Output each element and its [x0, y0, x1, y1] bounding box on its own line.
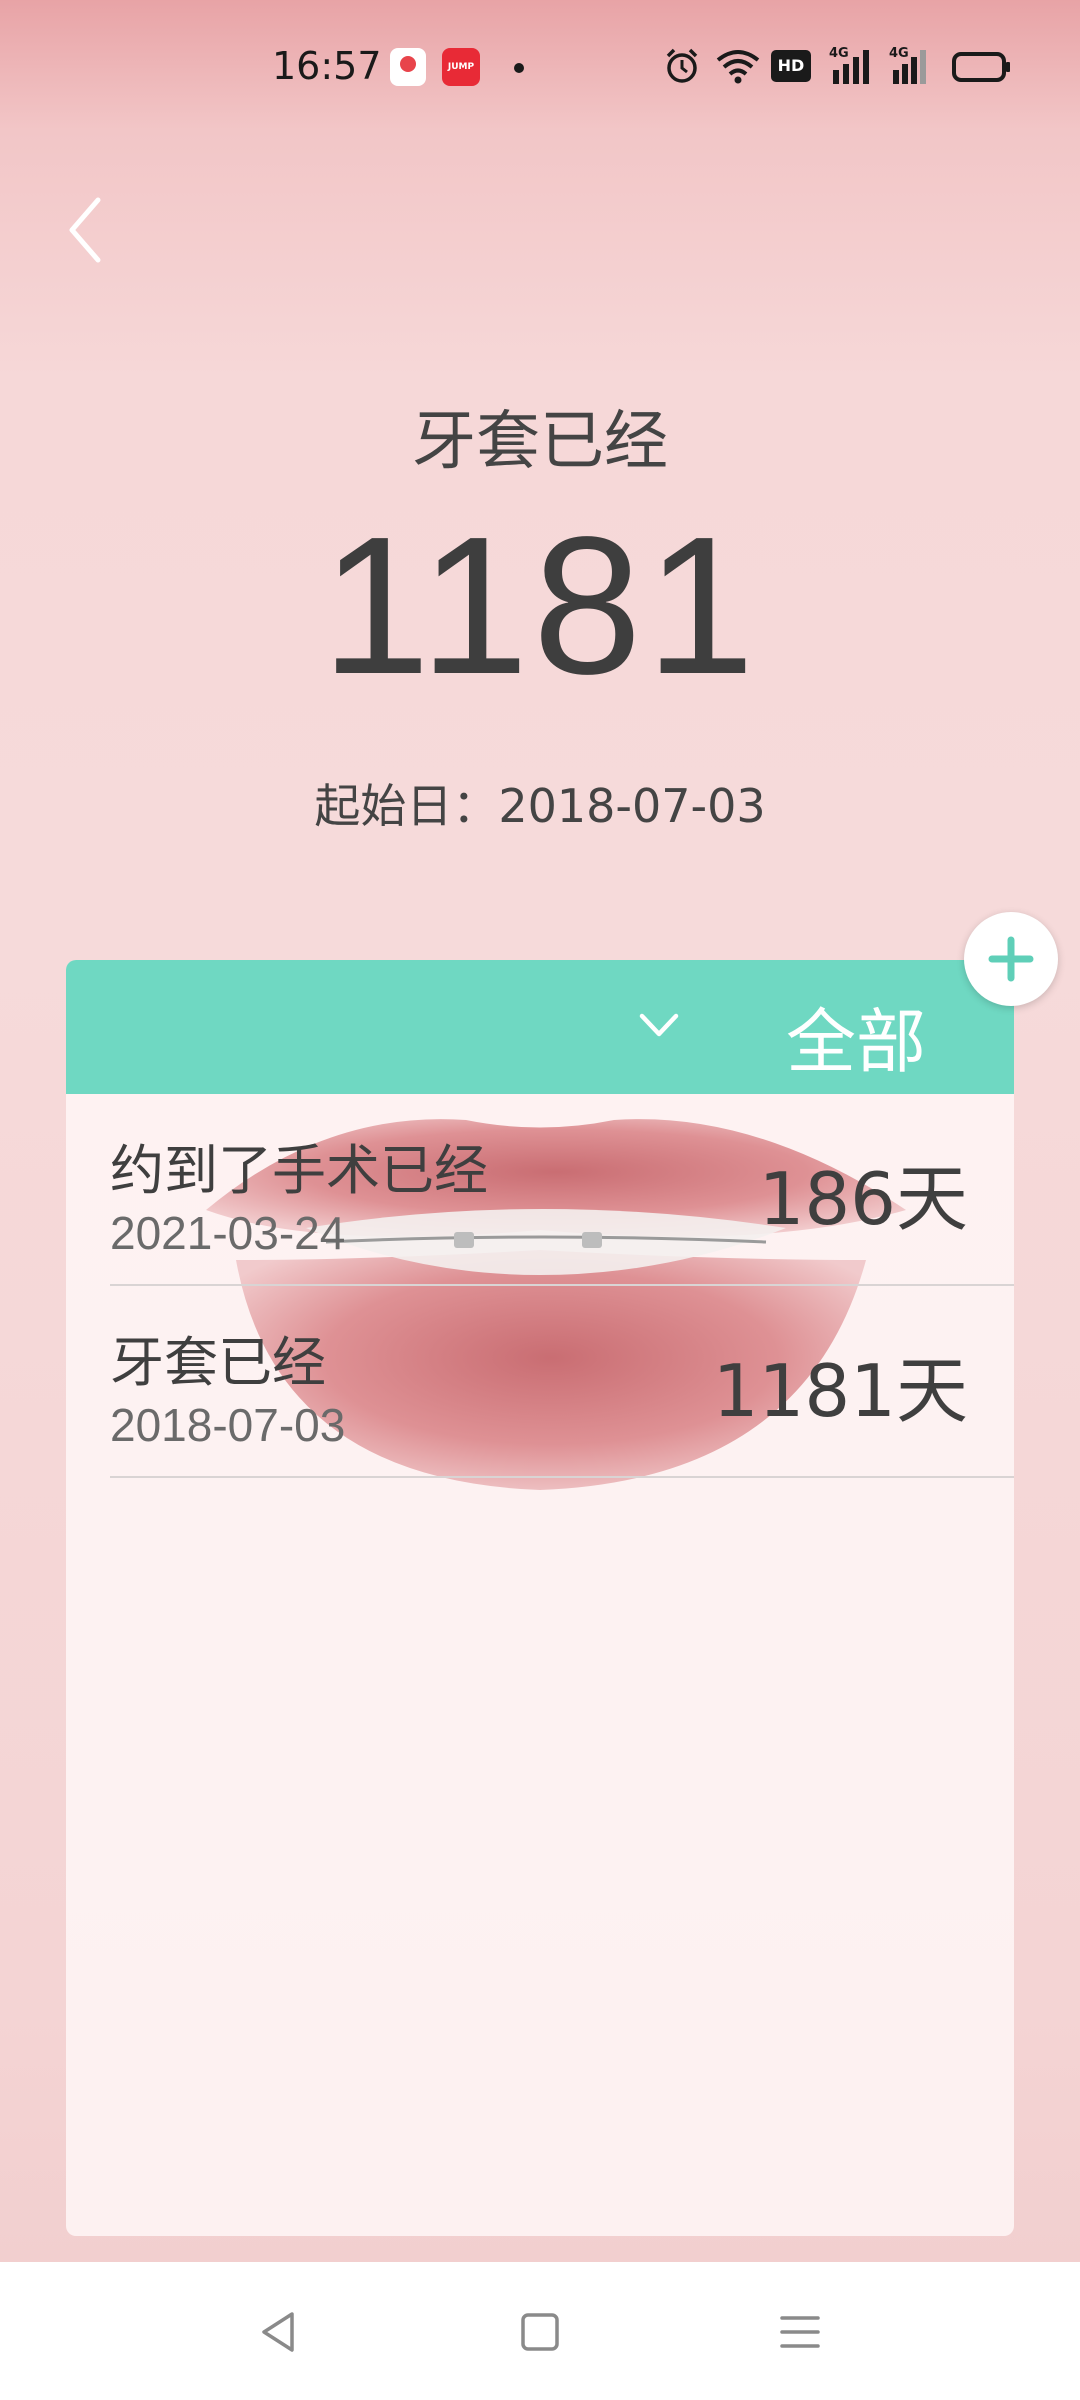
event-days: 186天	[758, 1157, 968, 1241]
wifi-icon	[716, 50, 760, 84]
hd-icon: HD	[771, 50, 811, 82]
status-time: 16:57	[272, 44, 382, 88]
app-notification-icon	[390, 48, 426, 86]
event-days: 1181天	[712, 1349, 968, 1433]
alarm-icon	[666, 48, 698, 83]
battery-icon	[952, 52, 1010, 82]
filter-dropdown[interactable]: 全部	[66, 960, 1014, 1094]
list-item[interactable]: 约到了手术已经 2021-03-24 186天	[110, 1096, 1014, 1286]
chevron-down-icon[interactable]	[634, 1000, 684, 1050]
event-title: 约到了手术已经	[110, 1139, 488, 1202]
event-date: 2021-03-24	[110, 1207, 346, 1259]
chevron-left-icon[interactable]	[56, 190, 116, 270]
signal-4g-icon	[893, 50, 926, 84]
jump-app-icon: JUMP	[442, 48, 480, 86]
menu-lines-icon[interactable]	[770, 2302, 830, 2362]
page-title: 牙套已经	[412, 405, 668, 479]
back-triangle-icon[interactable]	[250, 2302, 310, 2362]
event-date: 2018-07-03	[110, 1399, 346, 1451]
add-event-button[interactable]	[964, 912, 1058, 1006]
day-count: 1181	[321, 496, 759, 715]
start-date: 起始日：2018-07-03	[314, 779, 766, 833]
list-item[interactable]: 牙套已经 2018-07-03 1181天	[110, 1288, 1014, 1478]
filter-label: 全部	[786, 1001, 926, 1083]
event-title: 牙套已经	[110, 1331, 326, 1394]
status-bar: 16:57 JUMP HD 4G 4G	[0, 0, 1080, 130]
notification-dot-icon	[514, 63, 524, 73]
system-nav-bar	[0, 2262, 1080, 2400]
signal-4g-icon	[833, 50, 869, 84]
plus-icon	[988, 936, 1034, 982]
home-square-icon[interactable]	[510, 2302, 570, 2362]
